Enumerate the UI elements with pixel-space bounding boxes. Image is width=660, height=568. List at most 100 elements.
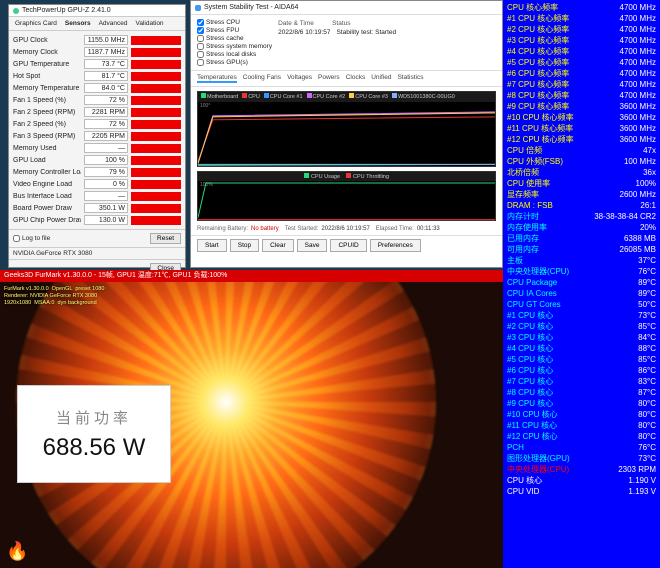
stat-row: #10 CPU 核心80°C xyxy=(507,409,656,420)
legend-item: CPU Core #2 xyxy=(307,93,346,101)
aida-graph-tabs: Temperatures Cooling Fans Voltages Powers Cl… xyxy=(191,71,502,87)
aida-stress-checks: Stress CPU Stress FPU Stress cache Stres… xyxy=(197,19,272,66)
aida-info: Date & TimeStatus 2022/8/6 10:19:57Stabi… xyxy=(278,19,496,66)
stat-row: #9 CPU 核心80°C xyxy=(507,398,656,409)
stat-row: PCH76°C xyxy=(507,442,656,453)
gpuz-tab[interactable]: Graphics Card xyxy=(13,19,59,28)
stat-row: CPU Package89°C xyxy=(507,277,656,288)
power-label: 当前功率 xyxy=(56,407,132,428)
aida-tab[interactable]: Cooling Fans xyxy=(243,74,281,83)
gpuz-tab[interactable]: Advanced xyxy=(97,19,130,28)
stat-row: CPU 外频(FSB)100 MHz xyxy=(507,156,656,167)
furmark-overlay-text: FurMark v1.30.0.0 OpenGL preset 1080 Ren… xyxy=(4,286,104,307)
stat-row: #8 CPU 核心频率4700 MHz xyxy=(507,90,656,101)
gpuz-card-name: NVIDIA GeForce RTX 3080 xyxy=(9,247,185,259)
stat-row: CPU GT Cores50°C xyxy=(507,299,656,310)
stat-row: #5 CPU 核心85°C xyxy=(507,354,656,365)
stress-check[interactable]: Stress system memory xyxy=(197,43,272,50)
sensor-row: GPU Temperature73.7 °C xyxy=(13,58,181,70)
stat-row: #12 CPU 核心80°C xyxy=(507,431,656,442)
stat-row: #9 CPU 核心频率3600 MHz xyxy=(507,101,656,112)
aida-tab[interactable]: Voltages xyxy=(287,74,312,83)
stress-check[interactable]: Stress CPU xyxy=(197,19,272,26)
gpuz-tabs: Graphics Card Sensors AdvancedValidation xyxy=(9,17,185,31)
aida-tab[interactable]: Powers xyxy=(318,74,340,83)
stat-row: #11 CPU 核心80°C xyxy=(507,420,656,431)
stress-check[interactable]: Stress GPU(s) xyxy=(197,59,272,66)
stat-row: #3 CPU 核心频率4700 MHz xyxy=(507,35,656,46)
gpuz-log-checkbox[interactable]: Log to file xyxy=(13,235,50,242)
aida-title: System Stability Test - AIDA64 xyxy=(204,4,298,11)
stat-row: 可用内存26085 MB xyxy=(507,244,656,255)
legend-item: CPU Core #1 xyxy=(264,93,303,101)
stat-row: CPU 使用率100% xyxy=(507,178,656,189)
aida-tab[interactable]: Temperatures xyxy=(197,74,237,83)
gpuz-titlebar[interactable]: TechPowerUp GPU-Z 2.41.0 xyxy=(9,5,185,17)
legend-item: CPU Throttling xyxy=(346,173,389,180)
sensor-row: Fan 2 Speed (%)72 % xyxy=(13,118,181,130)
stat-row: #1 CPU 核心73°C xyxy=(507,310,656,321)
gpuz-reset-button[interactable]: Reset xyxy=(150,233,181,244)
stat-row: 主板37°C xyxy=(507,255,656,266)
stat-row: #7 CPU 核心83°C xyxy=(507,376,656,387)
stat-row: CPU 倍频47x xyxy=(507,145,656,156)
aida-usage-graph: CPU UsageCPU Throttling 100% xyxy=(197,171,496,221)
aida-buttons: StartStopClearSaveCPUID Preferences xyxy=(191,235,502,255)
stat-row: #10 CPU 核心频率3600 MHz xyxy=(507,112,656,123)
gpuz-tab[interactable]: Sensors xyxy=(63,19,93,28)
stress-check[interactable]: Stress FPU xyxy=(197,27,272,34)
power-value: 688.56 W xyxy=(43,434,146,462)
aida-status: Remaining Battery:No battery Test Starte… xyxy=(191,223,502,235)
aida-preferences-button[interactable]: Preferences xyxy=(370,239,421,252)
stat-row: 中央处理器(CPU)2303 RPM xyxy=(507,464,656,475)
sensor-row: Bus Interface Load— xyxy=(13,190,181,202)
stat-row: CPU IA Cores89°C xyxy=(507,288,656,299)
stat-row: #2 CPU 核心频率4700 MHz xyxy=(507,24,656,35)
sensor-row: Fan 1 Speed (%)72 % xyxy=(13,94,181,106)
stat-row: 显存频率2600 MHz xyxy=(507,189,656,200)
sensor-row: Memory Temperature84.0 °C xyxy=(13,82,181,94)
aida-cpuid-button[interactable]: CPUID xyxy=(330,239,366,252)
aida-tab[interactable]: Statistics xyxy=(397,74,423,83)
stress-check[interactable]: Stress local disks xyxy=(197,51,272,58)
aida-tab[interactable]: Unified xyxy=(371,74,391,83)
sensor-row: Fan 2 Speed (RPM)2281 RPM xyxy=(13,106,181,118)
sensor-row: Memory Used— xyxy=(13,142,181,154)
aida-titlebar[interactable]: System Stability Test - AIDA64 xyxy=(191,1,502,15)
power-overlay: 当前功率 688.56 W xyxy=(18,386,170,482)
stat-row: #6 CPU 核心频率4700 MHz xyxy=(507,68,656,79)
aida-start-button[interactable]: Start xyxy=(197,239,227,252)
stress-check[interactable]: Stress cache xyxy=(197,35,272,42)
sensor-row: Hot Spot81.7 °C xyxy=(13,70,181,82)
furmark-logo-icon: 🔥 xyxy=(6,541,28,562)
aida-stop-button[interactable]: Stop xyxy=(230,239,259,252)
stat-row: #11 CPU 核心频率3600 MHz xyxy=(507,123,656,134)
stat-row: #12 CPU 核心频率3600 MHz xyxy=(507,134,656,145)
furmark-titlebar[interactable]: Geeks3D FurMark v1.30.0.0 - 15帧, GPU1 温度… xyxy=(0,270,503,282)
sensor-row: GPU Load100 % xyxy=(13,154,181,166)
legend-item: CPU Usage xyxy=(304,173,340,180)
sensor-row: GPU Clock1155.0 MHz xyxy=(13,34,181,46)
stat-row: 内存使用率20% xyxy=(507,222,656,233)
legend-item: CPU Core #3 xyxy=(349,93,388,101)
stat-row: DRAM : FSB26:1 xyxy=(507,200,656,211)
hw-stats-panel: CPU 核心频率4700 MHz#1 CPU 核心频率4700 MHz#2 CP… xyxy=(503,0,660,568)
stat-row: #3 CPU 核心84°C xyxy=(507,332,656,343)
aida-temp-legend: MotherboardCPUCPU Core #1CPU Core #2CPU … xyxy=(198,92,495,102)
aida-clear-button[interactable]: Clear xyxy=(262,239,294,252)
aida-icon xyxy=(195,5,201,11)
gpuz-tab[interactable]: Validation xyxy=(133,19,165,28)
gpuz-title: TechPowerUp GPU-Z 2.41.0 xyxy=(22,7,111,14)
stat-row: #6 CPU 核心86°C xyxy=(507,365,656,376)
stat-row: 已用内存6388 MB xyxy=(507,233,656,244)
aida-tab[interactable]: Clocks xyxy=(346,74,366,83)
legend-item: WD51001380C-00UG0 xyxy=(392,93,455,101)
stat-row: #4 CPU 核心频率4700 MHz xyxy=(507,46,656,57)
aida-usage-legend: CPU Usage CPU Throttling xyxy=(198,172,495,181)
aida-save-button[interactable]: Save xyxy=(297,239,328,252)
gpuz-icon xyxy=(13,8,19,14)
stat-row: #7 CPU 核心频率4700 MHz xyxy=(507,79,656,90)
stat-row: CPU 核心1.190 V xyxy=(507,475,656,486)
sensor-row: Fan 3 Speed (RPM)2205 RPM xyxy=(13,130,181,142)
legend-item: Motherboard xyxy=(201,93,238,101)
